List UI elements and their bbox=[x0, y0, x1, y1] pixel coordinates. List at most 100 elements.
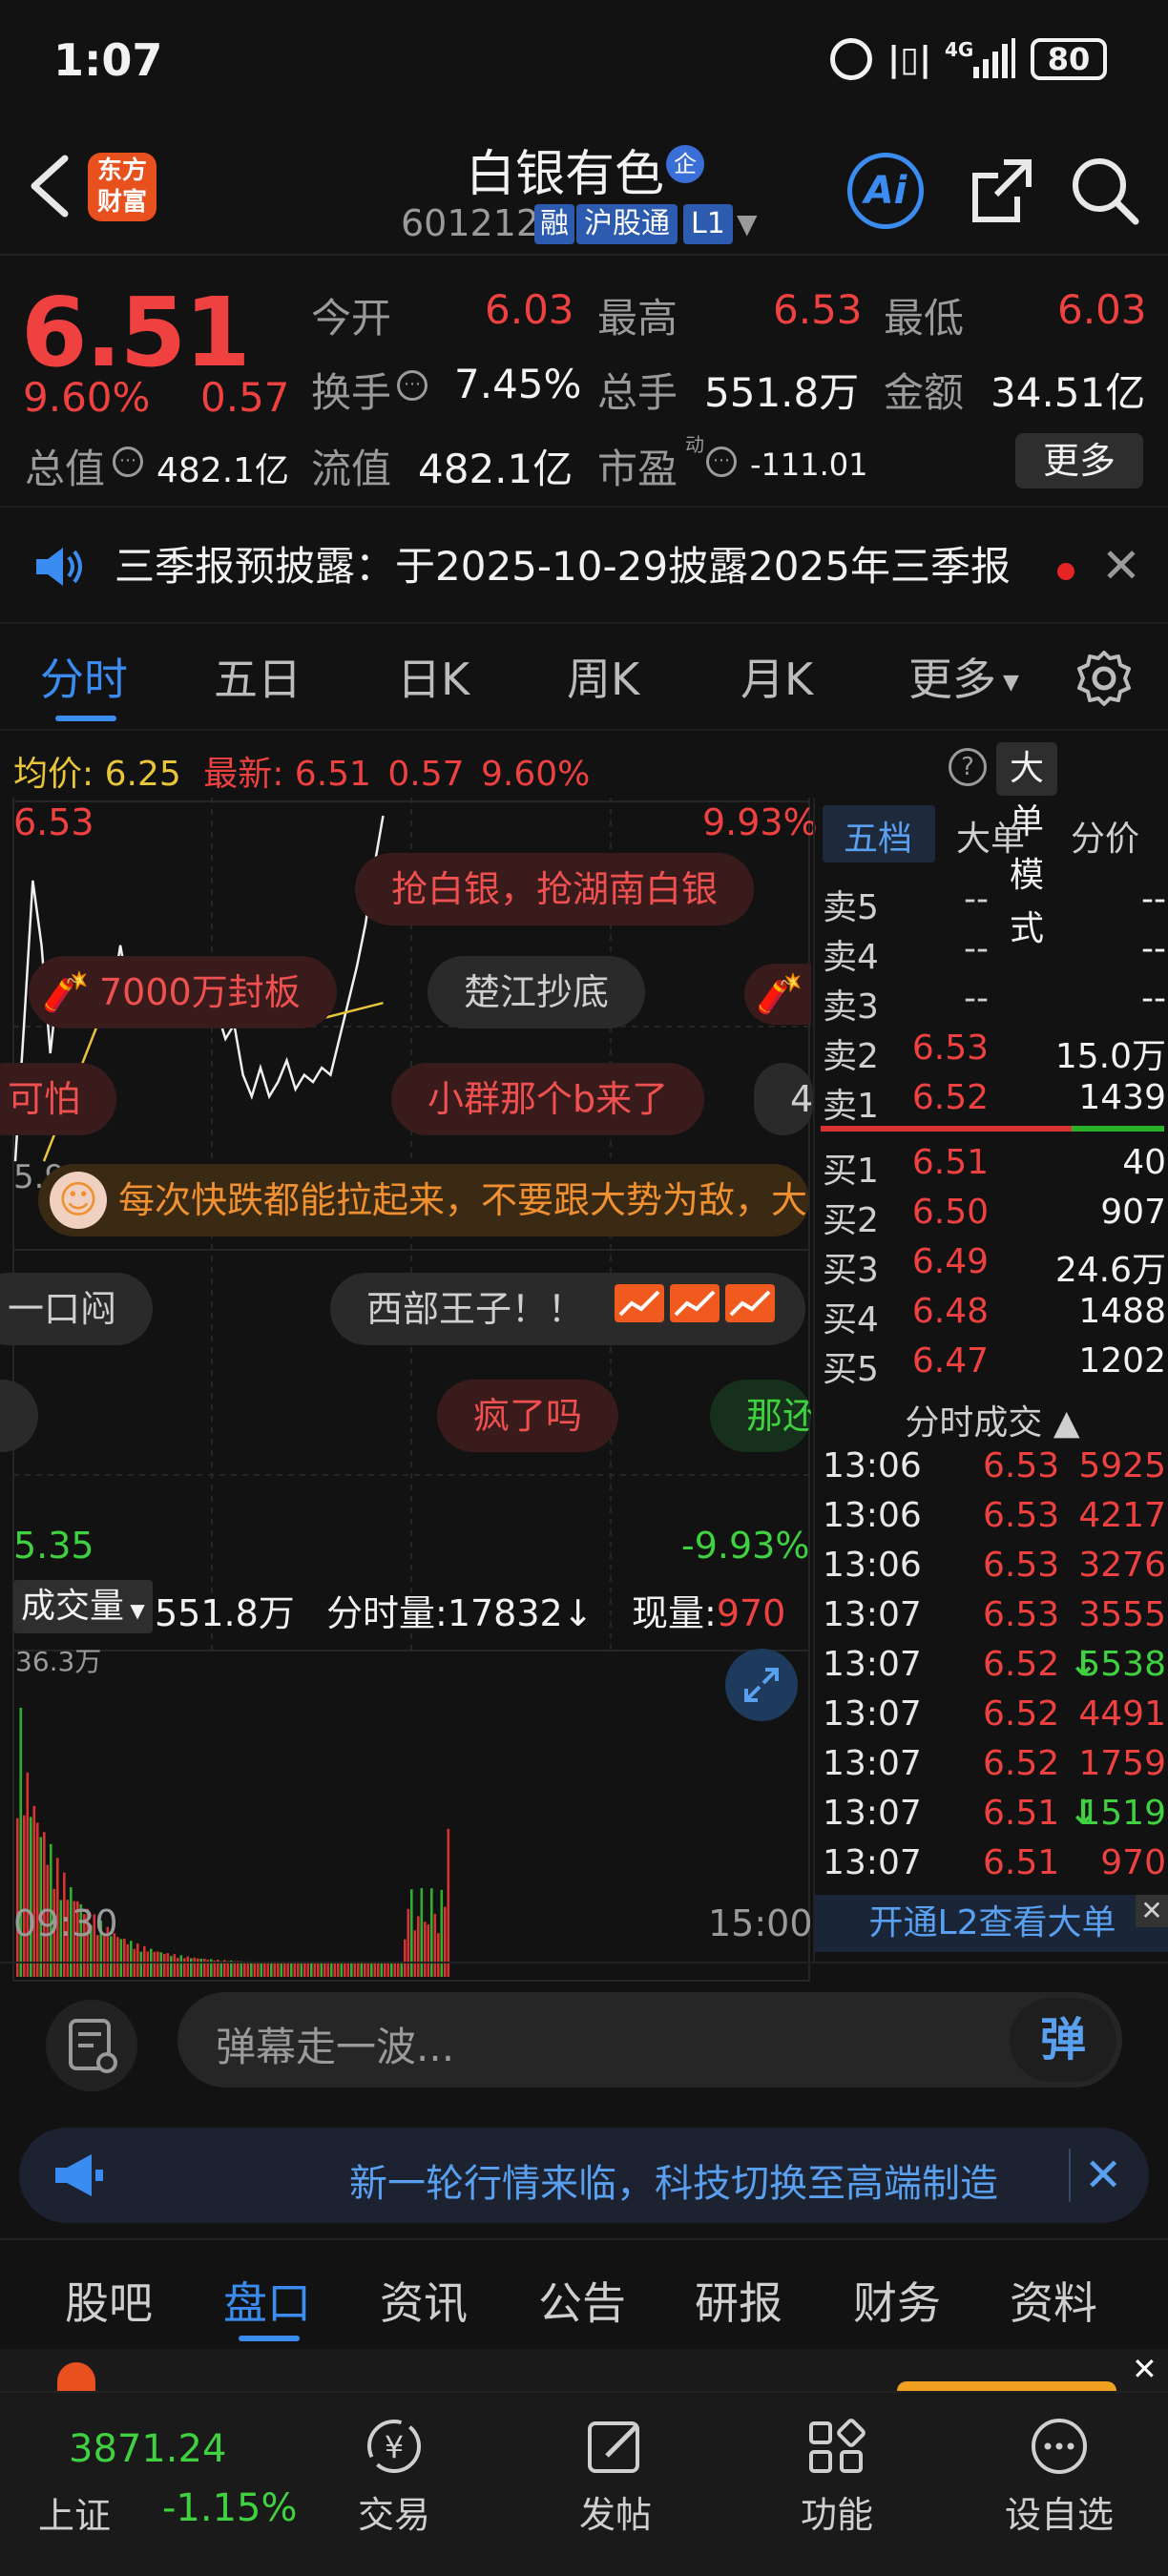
danmu-bubble[interactable]: 那还 bbox=[710, 1380, 811, 1452]
tick-time: 13:06 bbox=[823, 1446, 922, 1485]
volume-label: 总手 bbox=[597, 369, 678, 416]
ask-row[interactable]: 卖5 -- -- bbox=[815, 876, 1168, 927]
functions-button[interactable]: 功能 bbox=[784, 2416, 889, 2538]
bid-row[interactable]: 买5 6.47 1202 bbox=[815, 1338, 1168, 1389]
level-volume: 907 bbox=[1100, 1193, 1166, 1232]
promo-banner[interactable]: 新一轮行情来临，科技切换至高端制造 ✕ bbox=[19, 2128, 1149, 2223]
level-volume: 1488 bbox=[1078, 1292, 1166, 1331]
level-price: 6.47 bbox=[911, 1341, 989, 1381]
expand-icon[interactable] bbox=[725, 1649, 798, 1721]
chart-period-tabs: 分时 五日 日K 周K 月K 更多 ▼ bbox=[0, 624, 1168, 731]
ask-row[interactable]: 卖3 -- -- bbox=[815, 975, 1168, 1027]
vibrate-icon: |▯| bbox=[887, 40, 932, 79]
level-price: -- bbox=[964, 929, 989, 968]
index-name[interactable]: 上证 bbox=[38, 2486, 111, 2539]
tab-weekly[interactable]: 周K bbox=[567, 645, 639, 708]
tab-market-depth[interactable]: 盘口 bbox=[223, 2269, 311, 2332]
ask-row[interactable]: 卖1 6.52 1439 bbox=[815, 1074, 1168, 1126]
banner-text: 新一轮行情来临，科技切换至高端制造 bbox=[349, 2162, 998, 2206]
send-danmu-button[interactable]: 弹 bbox=[1010, 1998, 1116, 2082]
code-dropdown-icon[interactable]: ▼ bbox=[737, 208, 758, 239]
x-axis-end: 15:00 bbox=[708, 1902, 813, 1944]
bid-row[interactable]: 买3 6.49 24.6万 bbox=[815, 1238, 1168, 1290]
l2-promo-bar[interactable]: 开通L2查看大单 bbox=[815, 1895, 1168, 1952]
svg-text:¥: ¥ bbox=[385, 2429, 404, 2465]
level-label: 卖5 bbox=[823, 888, 879, 927]
back-arrow-icon[interactable] bbox=[21, 153, 78, 219]
danmu-bubble[interactable]: 一口闷 bbox=[0, 1273, 154, 1345]
tab-forum[interactable]: 股吧 bbox=[65, 2269, 153, 2332]
danmu-settings-icon[interactable] bbox=[46, 2000, 137, 2091]
info-icon[interactable]: ⋯ bbox=[113, 447, 143, 477]
signal-icon bbox=[973, 38, 1015, 78]
notice-text: 三季报预披露：于2025-10-29披露2025年三季报 bbox=[115, 543, 1011, 590]
decor-icon bbox=[57, 2362, 95, 2391]
danmu-bubble[interactable]: 抢白银，抢湖南白银 bbox=[355, 853, 755, 925]
pe-label: 市盈 bbox=[597, 446, 678, 492]
tick-price: 6.52 bbox=[983, 1694, 1060, 1734]
help-icon[interactable]: ? bbox=[949, 748, 987, 786]
level-volume: 40 bbox=[1122, 1143, 1166, 1182]
danmu-input[interactable]: 弹幕走一波... 弹 bbox=[177, 1992, 1122, 2088]
set-watchlist-button[interactable]: 设自选 bbox=[992, 2416, 1126, 2538]
share-icon[interactable] bbox=[964, 153, 1040, 229]
ticks-header[interactable]: 分时成交 ▲ bbox=[815, 1395, 1168, 1444]
danmu-bubble[interactable]: 小群那个b来了 bbox=[391, 1063, 705, 1135]
ai-button[interactable]: Ai bbox=[847, 153, 924, 229]
bid-row[interactable]: 买2 6.50 907 bbox=[815, 1189, 1168, 1240]
more-circle-icon bbox=[1032, 2419, 1087, 2474]
big-order-mode-button[interactable]: 大单模式 bbox=[996, 742, 1058, 948]
high-label: 最高 bbox=[597, 295, 678, 342]
danmu-bubble[interactable]: 可怕 bbox=[0, 1063, 117, 1135]
info-icon[interactable]: ⋯ bbox=[397, 370, 428, 401]
index-change[interactable]: -1.15% bbox=[162, 2486, 298, 2530]
danmu-bubble[interactable]: 西部王子！！ bbox=[330, 1273, 806, 1345]
tab-big-order[interactable]: 大单 bbox=[956, 811, 1025, 861]
close-icon[interactable]: ✕ bbox=[1069, 2149, 1122, 2202]
tab-monthly[interactable]: 月K bbox=[740, 645, 813, 708]
danmu-bubble[interactable]: 楚江抄底 bbox=[428, 956, 646, 1028]
trade-button[interactable]: ¥ 交易 bbox=[342, 2416, 447, 2538]
tab-announcements[interactable]: 公告 bbox=[538, 2269, 626, 2332]
close-icon[interactable]: ✕ bbox=[1136, 1895, 1168, 1927]
tab-level5[interactable]: 五档 bbox=[844, 811, 912, 861]
bid-row[interactable]: 买1 6.51 40 bbox=[815, 1139, 1168, 1191]
tab-intraday[interactable]: 分时 bbox=[40, 645, 128, 708]
chart-info-line: 均价: 6.25 最新: 6.51 0.57 9.60% bbox=[13, 746, 590, 796]
tab-financials[interactable]: 财务 bbox=[853, 2269, 941, 2332]
close-icon[interactable]: ✕ bbox=[1132, 2351, 1158, 2387]
index-value[interactable]: 3871.24 bbox=[69, 2427, 226, 2471]
tab-more[interactable]: 更多 ▼ bbox=[908, 645, 1019, 708]
danmu-bubble[interactable]: 4 bbox=[754, 1063, 814, 1135]
level-volume: 24.6万 bbox=[1054, 1251, 1166, 1290]
level-label: 买5 bbox=[823, 1350, 879, 1389]
latest-change: 0.57 bbox=[387, 755, 465, 794]
ask-row[interactable]: 卖2 6.53 15.0万 bbox=[815, 1025, 1168, 1076]
bid-row[interactable]: 买4 6.48 1488 bbox=[815, 1288, 1168, 1340]
search-icon[interactable] bbox=[1067, 153, 1143, 229]
tab-profile[interactable]: 资料 bbox=[1010, 2269, 1097, 2332]
stock-code: 601212 bbox=[401, 202, 540, 244]
tab-research[interactable]: 研报 bbox=[695, 2269, 782, 2332]
danmu-bubble[interactable]: 🧨 7000万封板 bbox=[29, 956, 337, 1028]
danmu-bubble[interactable]: ☺ 每次快跌都能拉起来，不要跟大势为敌，大 bbox=[38, 1164, 809, 1236]
x-axis-start: 09:30 bbox=[13, 1902, 118, 1944]
post-button[interactable]: 发帖 bbox=[563, 2416, 668, 2538]
stock-header: 东方 财富 白银有色 企 601212 融 沪股通 L1 ▼ Ai bbox=[0, 124, 1168, 256]
more-button[interactable]: 更多 bbox=[1015, 433, 1143, 488]
close-icon[interactable]: ✕ bbox=[1101, 542, 1141, 590]
tab-news[interactable]: 资讯 bbox=[380, 2269, 468, 2332]
tick-time: 13:07 bbox=[823, 1595, 922, 1634]
danmu-bubble[interactable]: 疯了吗 bbox=[437, 1380, 619, 1452]
tab-daily[interactable]: 日K bbox=[397, 645, 469, 708]
settings-gear-icon[interactable] bbox=[1074, 649, 1134, 708]
volume-selector[interactable]: 成交量 ▼ bbox=[13, 1580, 153, 1633]
info-icon[interactable]: ⋯ bbox=[706, 447, 737, 477]
tab-five-day[interactable]: 五日 bbox=[214, 645, 302, 708]
tab-price-dist[interactable]: 分价 bbox=[1071, 811, 1139, 861]
tick-price: 6.52 bbox=[983, 1744, 1060, 1783]
notice-bar[interactable]: 三季报预披露：于2025-10-29披露2025年三季报 ✕ bbox=[0, 506, 1168, 624]
ask-row[interactable]: 卖4 -- -- bbox=[815, 925, 1168, 977]
current-volume: 现量:970 bbox=[632, 1584, 785, 1636]
level-label: 买4 bbox=[823, 1300, 879, 1340]
